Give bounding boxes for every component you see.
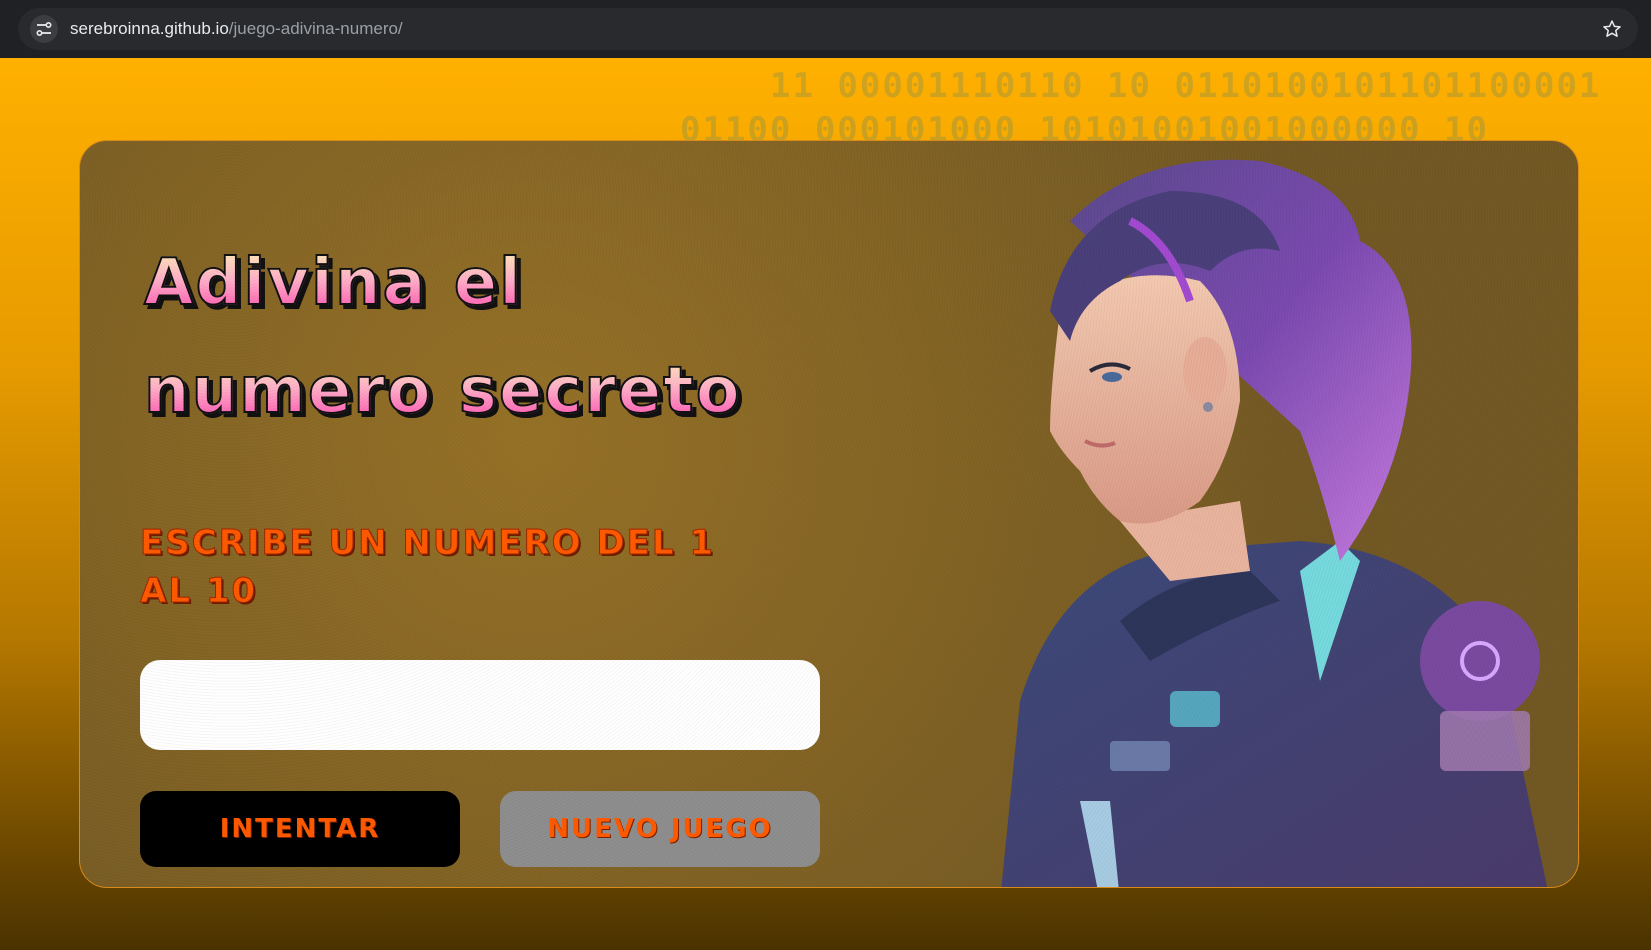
game-card: Adivina el numero secreto ESCRIBE UN NUMER…	[79, 140, 1579, 888]
url-path: /juego-adivina-numero/	[228, 19, 403, 38]
game-page: 11 00001110110 10 0110100101101100001 011…	[0, 58, 1651, 950]
title-word: Adivina	[138, 250, 434, 316]
title-word: secreto	[453, 358, 748, 424]
binary-row: 11 00001110110 10 0110100101101100001	[770, 66, 1602, 106]
site-info-icon[interactable]	[30, 15, 58, 43]
url-host: serebroinna.github.io	[70, 19, 229, 38]
title-word: numero	[138, 358, 439, 424]
title-line-1: Adivina el	[138, 229, 838, 337]
new-game-button[interactable]: NUEVO JUEGO	[500, 791, 820, 867]
browser-toolbar: serebroinna.github.io/juego-adivina-nume…	[0, 0, 1651, 58]
title-line-2: numero secreto	[138, 337, 838, 445]
address-bar[interactable]: serebroinna.github.io/juego-adivina-nume…	[18, 8, 1638, 50]
title-word: el	[448, 250, 529, 316]
instruction-text: ESCRIBE UN NUMERO DEL 1 AL 10	[140, 523, 716, 612]
number-input[interactable]	[140, 660, 820, 750]
try-button[interactable]: INTENTAR	[140, 791, 460, 867]
bookmark-star-icon[interactable]	[1600, 17, 1624, 41]
astronaut-girl-illustration	[1001, 159, 1548, 887]
url-text[interactable]: serebroinna.github.io/juego-adivina-nume…	[70, 19, 403, 39]
page-title: Adivina el numero secreto	[138, 229, 838, 445]
